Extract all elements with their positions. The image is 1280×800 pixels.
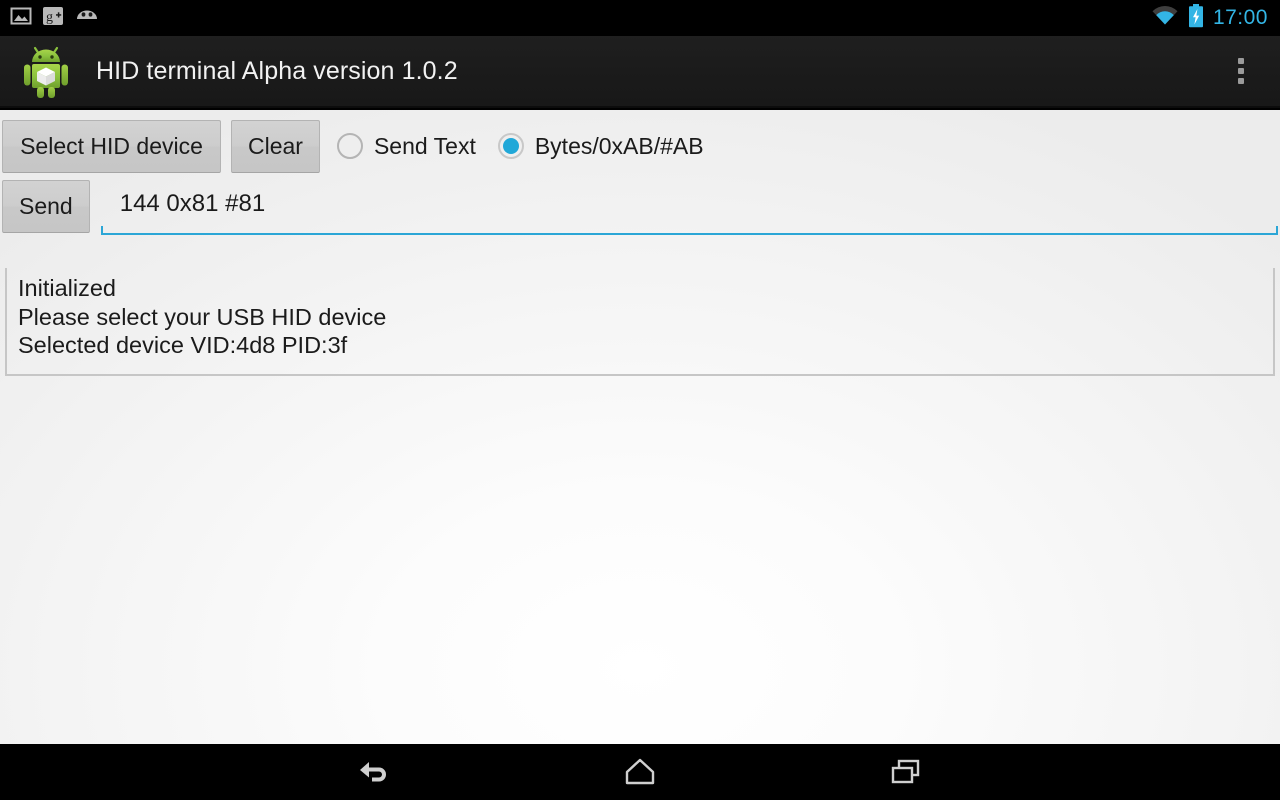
overflow-dot	[1238, 58, 1244, 64]
radio-send-text[interactable]: Send Text	[336, 132, 476, 160]
gallery-icon	[10, 5, 32, 32]
send-input-value[interactable]: 144 0x81 #81	[101, 180, 1278, 219]
log-output[interactable]: Initialized Please select your USB HID d…	[5, 268, 1275, 376]
status-bar-system: 17:00	[1151, 0, 1268, 36]
recents-button[interactable]	[863, 744, 949, 800]
android-head-icon	[74, 6, 100, 31]
status-bar-clock: 17:00	[1212, 6, 1268, 29]
home-button[interactable]	[597, 744, 683, 800]
radio-bytes[interactable]: Bytes/0xAB/#AB	[497, 132, 704, 160]
select-hid-device-button[interactable]: Select HID device	[2, 119, 221, 173]
svg-text:g: g	[46, 10, 53, 25]
overflow-dot	[1238, 68, 1244, 74]
clear-button[interactable]: Clear	[231, 119, 320, 173]
status-bar-notifications: g	[10, 5, 100, 32]
status-bar: g 17:00	[0, 0, 1280, 36]
action-bar: HID terminal Alpha version 1.0.2	[0, 36, 1280, 108]
overflow-dot	[1238, 78, 1244, 84]
send-button[interactable]: Send	[2, 180, 90, 233]
navigation-bar	[0, 744, 1280, 800]
log-line: Selected device VID:4d8 PID:3f	[18, 332, 348, 358]
google-plus-icon: g	[42, 5, 64, 32]
wifi-icon	[1151, 5, 1179, 32]
battery-charging-icon	[1188, 3, 1204, 33]
send-mode-radio-group: Send Text Bytes/0xAB/#AB	[336, 132, 704, 160]
send-row: Send 144 0x81 #81	[0, 180, 1280, 242]
radio-checked-icon	[497, 133, 524, 159]
log-line: Initialized	[18, 275, 116, 301]
radio-bytes-label: Bytes/0xAB/#AB	[534, 132, 704, 159]
log-line: Please select your USB HID device	[18, 303, 387, 330]
device-screen: g 17:00 HID terminal Alpha version 1.0.2…	[0, 0, 1280, 800]
send-input[interactable]: 144 0x81 #81	[100, 180, 1278, 238]
radio-unchecked-icon	[336, 133, 363, 159]
input-focus-underline	[100, 226, 1278, 235]
radio-send-text-label: Send Text	[373, 132, 476, 159]
page-title: HID terminal Alpha version 1.0.2	[96, 56, 458, 85]
app-content: Select HID device Clear Send Text Bytes/…	[0, 110, 1280, 744]
overflow-menu-icon[interactable]	[1224, 48, 1258, 94]
toolbar-row: Select HID device Clear Send Text Bytes/…	[0, 115, 1280, 177]
back-button[interactable]	[331, 744, 417, 800]
android-robot-icon	[18, 43, 74, 99]
